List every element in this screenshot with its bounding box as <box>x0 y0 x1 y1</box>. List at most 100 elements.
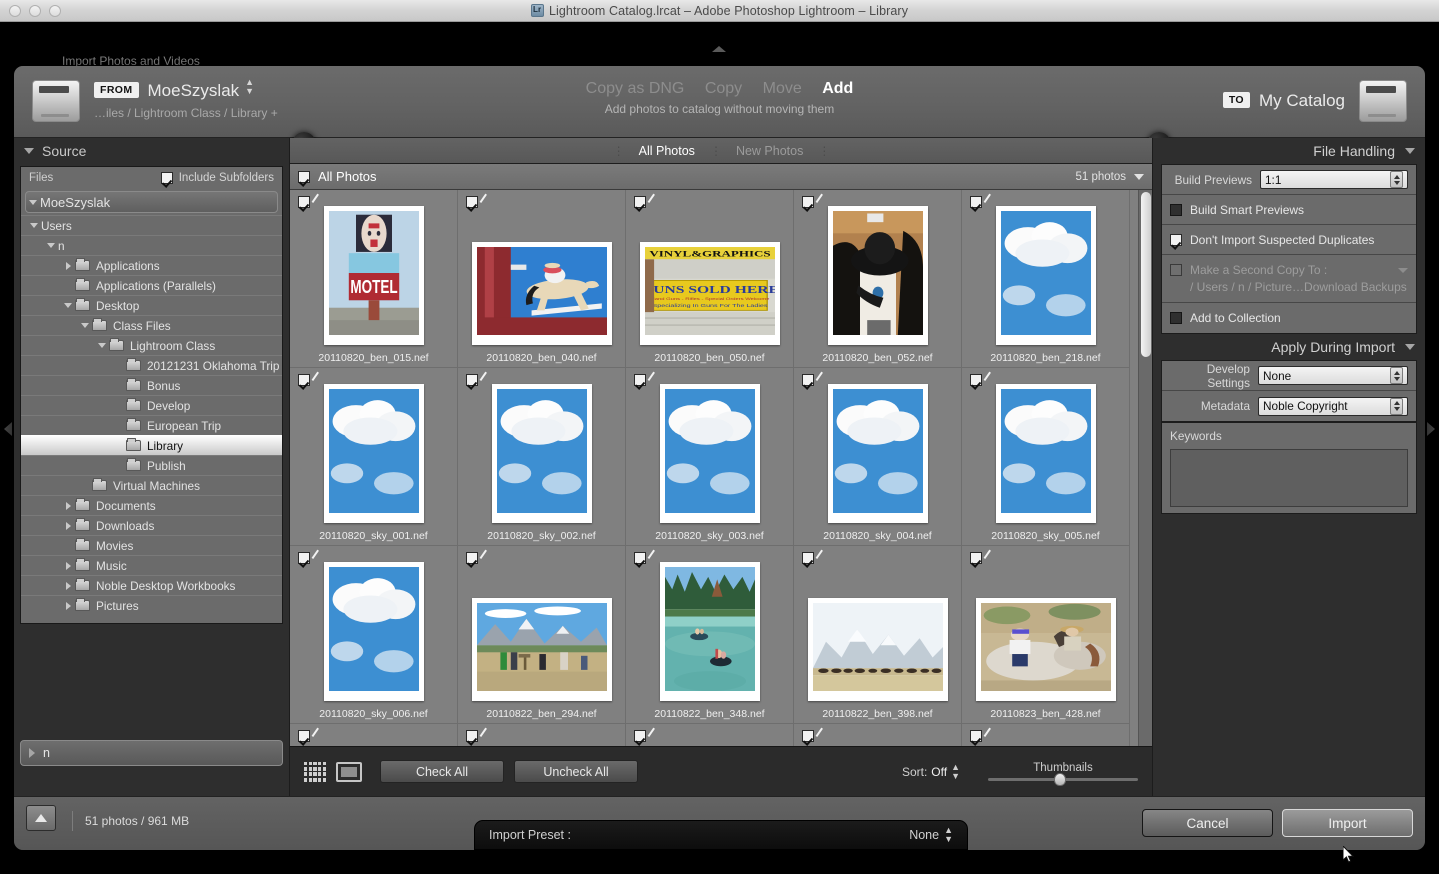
uncheck-all-button[interactable]: Uncheck All <box>514 760 638 783</box>
import-preset-value[interactable]: None <box>909 828 939 842</box>
disclosure-toggle[interactable] <box>27 223 41 228</box>
thumbnail-image[interactable] <box>660 562 760 701</box>
thumbnail-cell[interactable] <box>290 724 458 746</box>
thumbnail-image[interactable]: MOTEL <box>324 206 424 345</box>
mode-add[interactable]: Add <box>822 80 853 98</box>
slider-knob[interactable] <box>1054 773 1066 786</box>
thumbnail-cell[interactable]: VINYL&GRAPHICSGUNS SOLD HEREHand Guns - … <box>626 190 794 368</box>
chevron-down-icon[interactable] <box>81 323 89 328</box>
include-subfolders-checkbox[interactable] <box>161 172 173 184</box>
sort-chooser-icon[interactable]: ▲▼ <box>951 763 960 781</box>
chevron-down-icon[interactable] <box>1405 148 1415 154</box>
thumbnail-cell[interactable]: 20110820_ben_218.nef <box>962 190 1130 368</box>
import-preset-tab[interactable]: Import Preset : None ▲▼ <box>474 820 968 850</box>
grid-scrollbar[interactable] <box>1138 190 1152 746</box>
mode-copy-as-dng[interactable]: Copy as DNG <box>586 80 685 98</box>
sort-value[interactable]: Off <box>931 765 947 779</box>
source-bottom-node[interactable]: n <box>20 740 283 766</box>
source-panel-header[interactable]: Source <box>14 138 289 164</box>
thumbnail-cell[interactable]: 20110820_sky_003.nef <box>626 368 794 546</box>
folder-tree-item[interactable]: Noble Desktop Workbooks <box>21 575 282 595</box>
build-previews-stepper[interactable] <box>1390 171 1403 188</box>
folder-tree-item[interactable]: Virtual Machines <box>21 475 282 495</box>
chevron-down-icon[interactable] <box>24 148 34 154</box>
chevron-down-icon[interactable] <box>1398 268 1408 273</box>
collapse-panel-button[interactable] <box>26 805 56 831</box>
source-root-node[interactable]: MoeSzyslak <box>25 191 278 213</box>
right-panel-toggle-icon[interactable] <box>1427 422 1435 436</box>
folder-tree-item[interactable]: Publish <box>21 455 282 475</box>
thumbnail-cell[interactable]: 20110822_ben_348.nef <box>626 546 794 724</box>
tab-all-photos[interactable]: All Photos <box>630 144 704 158</box>
thumbnail-cell[interactable]: MOTEL20110820_ben_015.nef <box>290 190 458 368</box>
import-button[interactable]: Import <box>1282 809 1413 837</box>
folder-tree-item[interactable]: Bonus <box>21 375 282 395</box>
disclosure-toggle[interactable] <box>61 502 75 510</box>
chevron-down-icon[interactable] <box>1134 174 1144 180</box>
chevron-right-icon[interactable] <box>66 522 71 530</box>
folder-tree-item[interactable]: Develop <box>21 395 282 415</box>
thumbnail-cell[interactable]: 20110820_sky_005.nef <box>962 368 1130 546</box>
chevron-down-icon[interactable] <box>1405 344 1415 350</box>
slider-track[interactable] <box>988 778 1138 781</box>
thumbnail-cell[interactable]: 20110820_sky_006.nef <box>290 546 458 724</box>
folder-tree-item[interactable]: Downloads <box>21 515 282 535</box>
thumbnail-image[interactable] <box>996 384 1096 523</box>
folder-tree-item[interactable]: Documents <box>21 495 282 515</box>
second-copy-row[interactable]: Make a Second Copy To : / Users / n / Pi… <box>1162 255 1416 303</box>
folder-tree-item[interactable]: 20121231 Oklahoma Trip <box>21 355 282 375</box>
tab-new-photos[interactable]: New Photos <box>727 144 812 158</box>
thumbnail-image[interactable] <box>808 598 948 701</box>
thumbnail-cell[interactable] <box>626 724 794 746</box>
mode-move[interactable]: Move <box>763 80 802 98</box>
thumbnail-image[interactable] <box>472 242 612 345</box>
thumbnail-image[interactable] <box>996 206 1096 345</box>
dont-import-duplicates-checkbox[interactable] <box>1170 234 1182 246</box>
folder-tree-item[interactable]: Users <box>21 215 282 235</box>
disclosure-toggle[interactable] <box>95 343 109 348</box>
chevron-right-icon[interactable] <box>66 602 71 610</box>
add-to-collection-row[interactable]: Add to Collection <box>1162 303 1416 333</box>
left-panel-toggle-icon[interactable] <box>4 422 12 436</box>
develop-settings-stepper[interactable] <box>1390 367 1403 384</box>
chevron-down-icon[interactable] <box>47 243 55 248</box>
chevron-down-icon[interactable] <box>29 200 37 205</box>
chevron-down-icon[interactable] <box>64 303 72 308</box>
thumbnail-cell[interactable] <box>794 724 962 746</box>
build-previews-select[interactable]: 1:1 <box>1260 170 1408 189</box>
grid-view-icon[interactable] <box>304 762 326 782</box>
disclosure-toggle[interactable] <box>61 262 75 270</box>
folder-tree-item[interactable]: Music <box>21 555 282 575</box>
folder-tree-item[interactable]: Applications <box>21 255 282 275</box>
thumbnail-cell[interactable]: 20110820_ben_040.nef <box>458 190 626 368</box>
metadata-stepper[interactable] <box>1390 398 1403 415</box>
folder-tree-item[interactable]: European Trip <box>21 415 282 435</box>
select-all-checkbox[interactable] <box>298 171 310 183</box>
file-handling-header[interactable]: File Handling <box>1153 138 1425 164</box>
disclosure-toggle[interactable] <box>78 323 92 328</box>
folder-tree-item[interactable]: Movies <box>21 535 282 555</box>
mode-copy[interactable]: Copy <box>705 80 742 98</box>
metadata-select[interactable]: Noble Copyright <box>1258 397 1408 416</box>
sort-control[interactable]: Sort: Off ▲▼ <box>902 763 960 781</box>
thumbnail-image[interactable] <box>324 562 424 701</box>
thumbnail-cell[interactable] <box>962 724 1130 746</box>
chevron-right-icon[interactable] <box>66 262 71 270</box>
thumbnail-image[interactable] <box>976 598 1116 701</box>
thumbnail-cell[interactable]: 20110822_ben_398.nef <box>794 546 962 724</box>
second-copy-checkbox[interactable] <box>1170 264 1182 276</box>
thumbnail-cell[interactable]: 20110820_sky_001.nef <box>290 368 458 546</box>
thumbnail-image[interactable] <box>828 206 928 345</box>
thumbnail-image[interactable]: VINYL&GRAPHICSGUNS SOLD HEREHand Guns - … <box>640 242 780 345</box>
keywords-input[interactable] <box>1170 449 1408 507</box>
thumbnail-grid[interactable]: MOTEL20110820_ben_015.nef20110820_ben_04… <box>290 190 1152 746</box>
loupe-view-icon[interactable] <box>336 762 362 782</box>
import-preset-chooser-icon[interactable]: ▲▼ <box>944 826 953 844</box>
thumbnail-image[interactable] <box>828 384 928 523</box>
apply-during-import-header[interactable]: Apply During Import <box>1153 334 1425 360</box>
build-smart-previews-row[interactable]: Build Smart Previews <box>1162 195 1416 225</box>
folder-tree-item[interactable]: Class Files <box>21 315 282 335</box>
thumbnail-image[interactable] <box>660 384 760 523</box>
disclosure-toggle[interactable] <box>61 562 75 570</box>
chevron-right-icon[interactable] <box>66 502 71 510</box>
